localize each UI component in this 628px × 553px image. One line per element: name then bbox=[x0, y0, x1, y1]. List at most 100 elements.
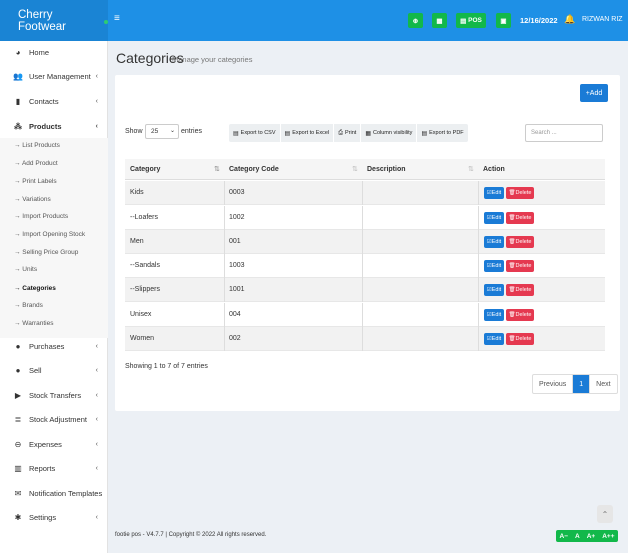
sort-icon[interactable]: ⇅ bbox=[468, 165, 474, 173]
export-toolbar: ▤ Export to CSV ▤ Export to Excel ⎙ Print ▦… bbox=[229, 124, 468, 142]
delete-button[interactable]: 🗑 Delete bbox=[506, 309, 534, 321]
top-navbar: ≡ ⊕ ▦ ▤ POS ▣ 12/16/2022 🔔 RIZWAN RIZ bbox=[108, 0, 628, 41]
sidebar-item-sell[interactable]: ● Sell ‹ bbox=[0, 360, 108, 380]
code-cell: 004 bbox=[229, 311, 241, 318]
edit-button[interactable]: ☑ Edit bbox=[484, 236, 504, 248]
table-row: Men 001 ☑ Edit 🗑 Delete bbox=[125, 230, 605, 254]
footer-copyright: footie pos - V4.7.7 | Copyright © 2022 A… bbox=[115, 532, 267, 538]
previous-page-button[interactable]: Previous bbox=[533, 375, 574, 393]
file-excel-icon: ▤ bbox=[284, 130, 291, 137]
column-header-category[interactable]: Category bbox=[130, 166, 160, 173]
submenu-warranties[interactable]: → Warranties bbox=[14, 320, 54, 327]
font-decrease-button[interactable]: A− bbox=[560, 533, 569, 540]
chevron-left-icon: ‹ bbox=[95, 513, 98, 521]
next-page-button[interactable]: Next bbox=[590, 375, 616, 393]
submenu-list-products[interactable]: → List Products bbox=[14, 142, 60, 149]
edit-button[interactable]: ☑ Edit bbox=[484, 309, 504, 321]
category-cell: Women bbox=[130, 335, 154, 342]
sort-asc-icon[interactable]: ⇅ bbox=[214, 165, 220, 173]
add-circle-icon[interactable]: ⊕ bbox=[408, 13, 423, 28]
chart-icon: ▥ bbox=[14, 463, 22, 473]
column-divider bbox=[362, 230, 363, 254]
column-divider bbox=[362, 254, 363, 278]
category-cell: --Slippers bbox=[130, 286, 160, 293]
delete-button[interactable]: 🗑 Delete bbox=[506, 212, 534, 224]
code-cell: 0003 bbox=[229, 189, 245, 196]
delete-button[interactable]: 🗑 Delete bbox=[506, 284, 534, 296]
column-visibility-button[interactable]: ▦ Column visibility bbox=[361, 124, 418, 142]
sidebar-item-settings[interactable]: ✱ Settings ‹ bbox=[0, 507, 108, 527]
export-csv-button[interactable]: ▤ Export to CSV bbox=[229, 124, 281, 142]
font-reset-button[interactable]: A bbox=[575, 533, 580, 540]
column-divider bbox=[478, 181, 479, 205]
submenu-categories[interactable]: → Categories bbox=[14, 285, 56, 292]
export-pdf-label: Export to PDF bbox=[429, 130, 464, 136]
export-pdf-button[interactable]: ▤ Export to PDF bbox=[417, 124, 467, 142]
column-header-description[interactable]: Description bbox=[367, 166, 406, 173]
brand[interactable]: Cherry Footwear bbox=[0, 0, 108, 41]
edit-button[interactable]: ☑ Edit bbox=[484, 187, 504, 199]
table-row: --Loafers 1002 ☑ Edit 🗑 Delete bbox=[125, 206, 605, 230]
delete-button[interactable]: 🗑 Delete bbox=[506, 187, 534, 199]
sidebar-item-user-management[interactable]: 👥 User Management ‹ bbox=[0, 66, 108, 86]
edit-button[interactable]: ☑ Edit bbox=[484, 212, 504, 224]
sidebar-item-contacts[interactable]: ▮ Contacts ‹ bbox=[0, 91, 108, 111]
submenu-import-products[interactable]: → Import Products bbox=[14, 213, 68, 220]
edit-button[interactable]: ☑ Edit bbox=[484, 284, 504, 296]
bell-icon[interactable]: 🔔 bbox=[564, 14, 575, 25]
font-increase-button[interactable]: A+ bbox=[587, 533, 596, 540]
submenu-print-labels[interactable]: → Print Labels bbox=[14, 178, 57, 185]
submenu-add-product[interactable]: → Add Product bbox=[14, 160, 58, 167]
sidebar-item-stock-transfers[interactable]: ▶ Stock Transfers ‹ bbox=[0, 385, 108, 405]
table-row: Kids 0003 ☑ Edit 🗑 Delete bbox=[125, 181, 605, 205]
sidebar-label: Notification Templates bbox=[29, 488, 103, 498]
sidebar-item-home[interactable]: ◕ Home bbox=[0, 42, 108, 62]
column-header-code[interactable]: Category Code bbox=[229, 166, 279, 173]
column-visibility-label: Column visibility bbox=[373, 130, 413, 136]
truck-icon: ▶ bbox=[14, 390, 22, 400]
font-increase-more-button[interactable]: A++ bbox=[602, 533, 614, 540]
submenu-variations[interactable]: → Variations bbox=[14, 196, 51, 203]
sort-icon[interactable]: ⇅ bbox=[352, 165, 358, 173]
category-cell: --Loafers bbox=[130, 214, 159, 221]
sidebar-item-reports[interactable]: ▥ Reports ‹ bbox=[0, 458, 108, 478]
envelope-icon: ✉ bbox=[14, 488, 22, 498]
delete-label: Delete bbox=[515, 263, 532, 269]
sidebar-item-stock-adjustment[interactable]: ≣ Stock Adjustment ‹ bbox=[0, 409, 108, 429]
print-button[interactable]: ⎙ Print bbox=[334, 124, 362, 142]
scroll-to-top-icon[interactable]: ⌃ bbox=[597, 505, 613, 523]
column-divider bbox=[362, 181, 363, 205]
sidebar-label: Sell bbox=[29, 365, 42, 375]
submenu-units[interactable]: → Units bbox=[14, 266, 37, 273]
sidebar-item-expenses[interactable]: ⊖ Expenses ‹ bbox=[0, 434, 108, 454]
column-divider bbox=[224, 254, 225, 278]
sidebar-item-notification-templates[interactable]: ✉ Notification Templates bbox=[0, 483, 108, 503]
calculator-icon[interactable]: ▦ bbox=[432, 13, 447, 28]
sidebar-label: Purchases bbox=[29, 341, 65, 351]
entries-select[interactable]: 25 ⌄ bbox=[145, 124, 179, 139]
search-input[interactable]: Search ... bbox=[525, 124, 603, 142]
delete-label: Delete bbox=[515, 239, 532, 245]
delete-button[interactable]: 🗑 Delete bbox=[506, 333, 534, 345]
sidebar-item-purchases[interactable]: ● Purchases ‹ bbox=[0, 336, 108, 356]
delete-button[interactable]: 🗑 Delete bbox=[506, 236, 534, 248]
edit-button[interactable]: ☑ Edit bbox=[484, 260, 504, 272]
column-divider bbox=[224, 181, 225, 205]
add-button[interactable]: +Add bbox=[580, 84, 608, 102]
user-menu[interactable]: RIZWAN RIZ bbox=[582, 16, 623, 23]
submenu-selling-price-group[interactable]: → Selling Price Group bbox=[14, 249, 78, 256]
pos-button[interactable]: ▤ POS bbox=[456, 13, 486, 28]
sidebar-label: Reports bbox=[29, 463, 56, 473]
column-divider bbox=[224, 327, 225, 351]
submenu-brands[interactable]: → Brands bbox=[14, 302, 43, 309]
edit-button[interactable]: ☑ Edit bbox=[484, 333, 504, 345]
chevron-left-icon: ‹ bbox=[95, 72, 98, 80]
hamburger-icon[interactable]: ≡ bbox=[114, 13, 120, 24]
sidebar-item-products[interactable]: ⁂ Products ‹ bbox=[0, 116, 108, 136]
delete-button[interactable]: 🗑 Delete bbox=[506, 260, 534, 272]
money-icon[interactable]: ▣ bbox=[496, 13, 511, 28]
page-button-1[interactable]: 1 bbox=[573, 375, 591, 393]
submenu-import-opening-stock[interactable]: → Import Opening Stock bbox=[14, 231, 85, 238]
arrow-circle-up-icon: ● bbox=[15, 365, 21, 375]
export-excel-button[interactable]: ▤ Export to Excel bbox=[281, 124, 335, 142]
